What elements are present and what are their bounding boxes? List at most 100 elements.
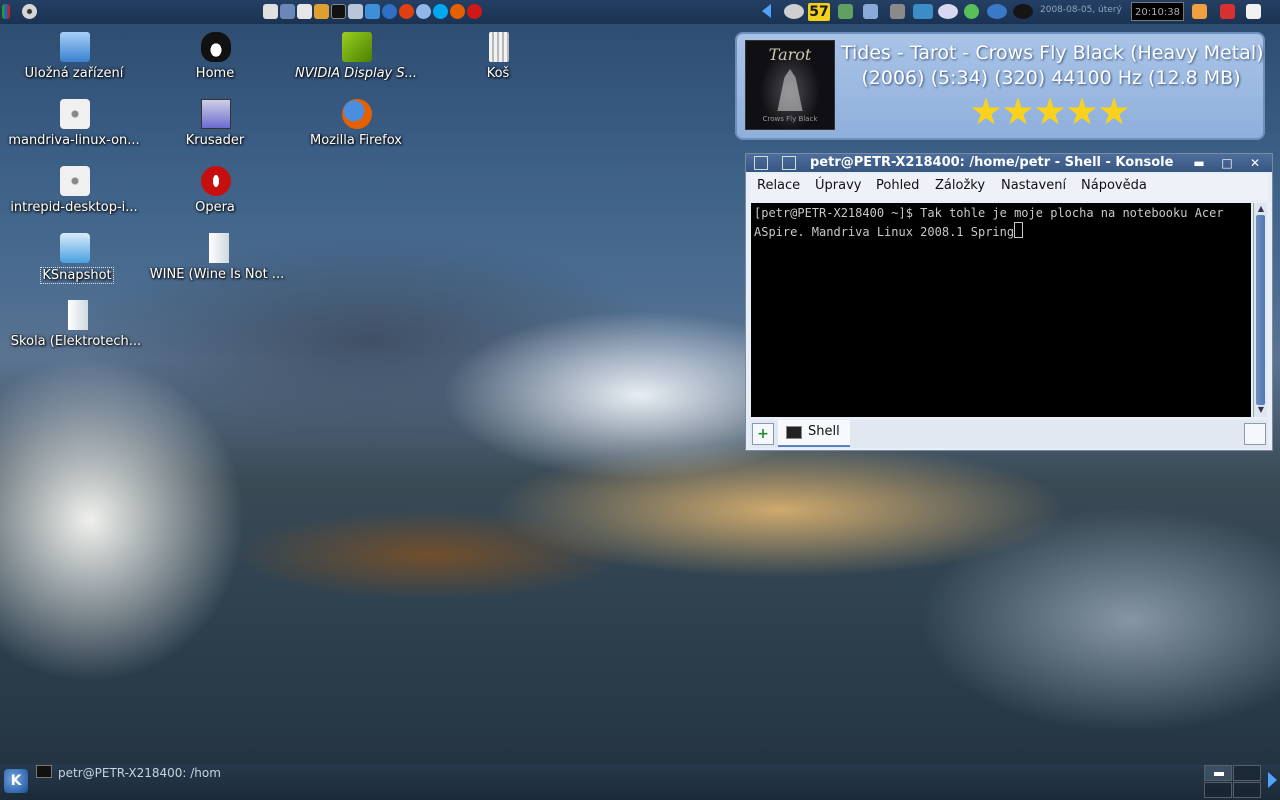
network-icon[interactable] [365, 4, 380, 19]
pidgin-icon[interactable] [416, 4, 431, 19]
terminal-icon [36, 765, 52, 778]
menu-napoveda[interactable]: Nápověda [1081, 178, 1147, 193]
date-label: 2008-08-05, úterý [1040, 5, 1122, 15]
opera-icon[interactable] [399, 4, 414, 19]
desktop-icon-label: WINE (Wine Is Not ... [149, 267, 285, 282]
close-tab-button[interactable] [1244, 423, 1266, 445]
menu-upravy[interactable]: Úpravy [815, 178, 861, 193]
firefox-icon[interactable] [382, 4, 397, 19]
desktop-icon-firefox[interactable]: Mozilla Firefox [286, 97, 426, 161]
games-icon[interactable] [314, 4, 329, 19]
desktop-icon-label: Opera [195, 200, 235, 215]
konqueror-icon[interactable] [280, 4, 295, 19]
pager-desktop-1[interactable] [1204, 765, 1232, 781]
opera-icon[interactable] [467, 4, 482, 19]
window-menu-icon[interactable] [754, 156, 768, 170]
tray-badge[interactable]: 57 [808, 3, 830, 21]
menu-relace[interactable]: Relace [757, 178, 800, 193]
windows-list-icon[interactable] [1246, 4, 1261, 19]
display-icon[interactable] [913, 4, 933, 19]
desktop-icon-label: NVIDIA Display S... [294, 66, 418, 81]
update-icon[interactable] [964, 4, 979, 19]
scrollbar[interactable]: ▲ ▼ [1253, 203, 1267, 417]
desktop-icon-home[interactable]: Home [145, 30, 285, 94]
new-tab-button[interactable]: + [752, 423, 774, 445]
sticky-icon[interactable] [782, 156, 796, 170]
now-playing-osd: Tarot Crows Fly Black Tides - Tarot - Cr… [735, 32, 1265, 140]
home-icon[interactable] [263, 4, 278, 19]
krusader-icon [201, 99, 231, 129]
tab-shell[interactable]: Shell [778, 420, 850, 447]
bluetooth-icon[interactable] [890, 4, 905, 19]
kontrol-icon[interactable] [348, 4, 363, 19]
terminal-icon[interactable] [331, 4, 346, 19]
minimize-button[interactable]: ▬ [1192, 156, 1206, 170]
desktop-icon-label: Škola (Elektrotech... [10, 334, 142, 349]
desktop-icon-label: KSnapshot [40, 267, 114, 284]
network-icon[interactable] [838, 4, 853, 19]
pager-desktop-3[interactable] [1204, 782, 1232, 798]
scroll-down-icon[interactable]: ▼ [1255, 405, 1267, 415]
usb-icon[interactable] [863, 4, 878, 19]
window-titlebar[interactable]: petr@PETR-X218400: /home/petr - Shell - … [746, 154, 1272, 172]
pager-desktop-2[interactable] [1233, 765, 1261, 781]
desktop-icon-opera[interactable]: Opera [145, 164, 285, 228]
close-button[interactable]: ✕ [1248, 156, 1262, 170]
desktop-icon-storage[interactable]: Úložná zařízení [4, 30, 144, 94]
desktop-icon-nvidia[interactable]: NVIDIA Display S... [286, 30, 426, 94]
desktop-icon-mandriva-iso[interactable]: mandriva-linux-on... [4, 97, 144, 161]
clock[interactable]: 20:10:38 [1131, 2, 1184, 21]
album-cover: Tarot Crows Fly Black [745, 40, 835, 130]
taskbar-item-konsole[interactable]: petr@PETR-X218400: /hom [36, 765, 236, 783]
firefox-icon[interactable] [450, 4, 465, 19]
power-icon[interactable] [1220, 4, 1235, 19]
star-icon[interactable] [1003, 97, 1033, 125]
desktop-icon-label: Mozilla Firefox [310, 133, 402, 148]
star-icon[interactable] [1067, 97, 1097, 125]
tab-label: Shell [808, 424, 840, 439]
konsole-window: petr@PETR-X218400: /home/petr - Shell - … [745, 153, 1273, 451]
desktop-icon-label: Koš [486, 66, 510, 81]
desktop-icon-ksnapshot[interactable]: KSnapshot [4, 231, 144, 295]
track-info-line1: Tides - Tarot - Crows Fly Black (Heavy M… [841, 42, 1264, 64]
star-icon[interactable] [971, 97, 1001, 125]
terminal-text: [petr@PETR-X218400 ~]$ Tak tohle je moje… [754, 206, 1231, 239]
pager-desktop-4[interactable] [1233, 782, 1261, 798]
menu-nastaveni[interactable]: Nastavení [1001, 178, 1066, 193]
left-arrow-icon[interactable] [762, 4, 771, 18]
nvidia-icon [342, 32, 372, 62]
terminal-cursor [1014, 222, 1024, 238]
terminal-area[interactable]: [petr@PETR-X218400 ~]$ Tak tohle je moje… [751, 203, 1251, 417]
desktop-icon-label: Krusader [185, 133, 245, 148]
notes-icon[interactable] [1192, 4, 1207, 19]
menu-zalozky[interactable]: Záložky [935, 178, 985, 193]
desktop-icon-intrepid-iso[interactable]: intrepid-desktop-i... [4, 164, 144, 228]
desktop-icon-label: Home [195, 66, 235, 81]
amarok-icon[interactable] [987, 4, 1007, 19]
tab-bar: + Shell [750, 420, 1268, 448]
document-icon [209, 233, 229, 263]
desktop-icon-wine[interactable]: WINE (Wine Is Not ... [147, 231, 287, 295]
star-icon[interactable] [1099, 97, 1129, 125]
desktop-icon-krusader[interactable]: Krusader [145, 97, 285, 161]
trash-icon [489, 32, 509, 62]
star-icon[interactable] [1035, 97, 1065, 125]
opera-icon [201, 166, 231, 196]
chat-icon[interactable] [938, 4, 958, 19]
maximize-button[interactable]: □ [1220, 156, 1234, 170]
desktop-icon-label: mandriva-linux-on... [8, 133, 140, 148]
kmenu-icon[interactable] [2, 4, 10, 19]
storage-devices-icon [60, 32, 90, 62]
desktop-icon-trash[interactable]: Koš [428, 30, 568, 94]
panel-hide-icon[interactable] [1268, 772, 1277, 788]
scroll-up-icon[interactable]: ▲ [1255, 204, 1267, 214]
mail-icon[interactable] [297, 4, 312, 19]
kmenu-button[interactable]: K [4, 769, 28, 793]
skype-icon[interactable] [433, 4, 448, 19]
desktop-icon-skola[interactable]: Škola (Elektrotech... [6, 298, 146, 362]
menu-pohled[interactable]: Pohled [876, 178, 919, 193]
mixer-icon[interactable] [1013, 4, 1033, 19]
disc-icon[interactable] [22, 4, 37, 19]
eye-icon[interactable] [784, 4, 804, 19]
scrollbar-thumb[interactable] [1256, 215, 1265, 405]
